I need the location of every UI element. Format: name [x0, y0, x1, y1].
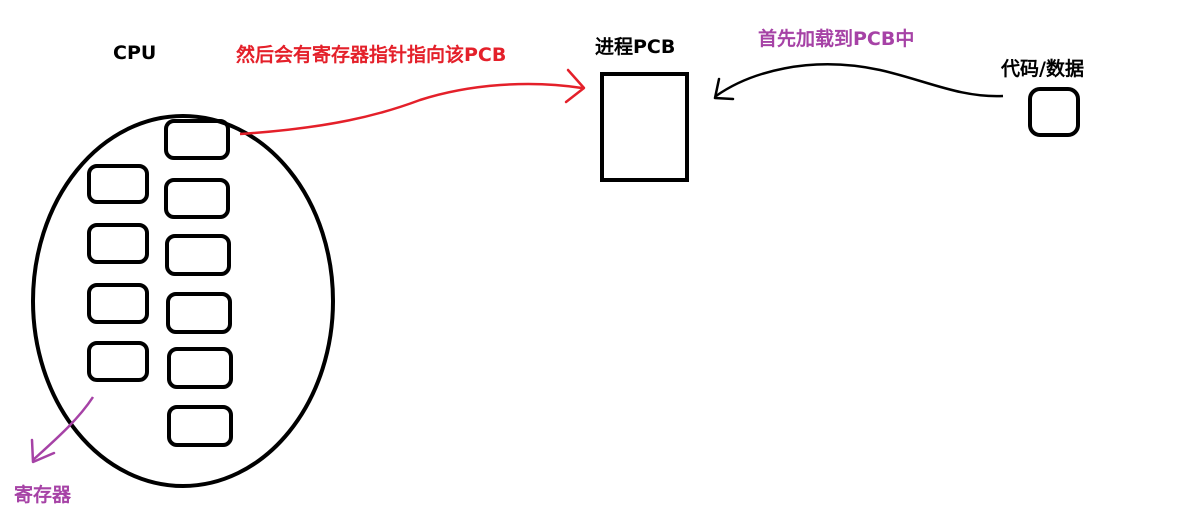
code-data-box	[1028, 87, 1080, 137]
register-box	[87, 164, 149, 204]
register-box	[164, 119, 230, 160]
code-data-label: 代码/数据	[1001, 58, 1084, 80]
load-arrow	[715, 63, 1004, 98]
cpu-label: CPU	[113, 42, 157, 64]
register-box	[167, 405, 233, 447]
register-box	[165, 234, 231, 276]
cpu-ellipse	[31, 114, 335, 488]
register-box	[87, 283, 149, 324]
load-note: 首先加载到PCB中	[758, 28, 915, 50]
register-box	[87, 341, 149, 382]
register-box	[167, 347, 233, 389]
register-note-arrow	[32, 396, 95, 461]
pcb-label: 进程PCB	[595, 36, 676, 58]
pointer-arrow	[239, 82, 583, 136]
register-box	[166, 292, 232, 334]
register-box	[164, 178, 230, 219]
register-box	[87, 223, 149, 264]
register-label: 寄存器	[14, 484, 72, 506]
pcb-box	[600, 72, 689, 182]
pointer-note: 然后会有寄存器指针指向该PCB	[236, 44, 507, 66]
